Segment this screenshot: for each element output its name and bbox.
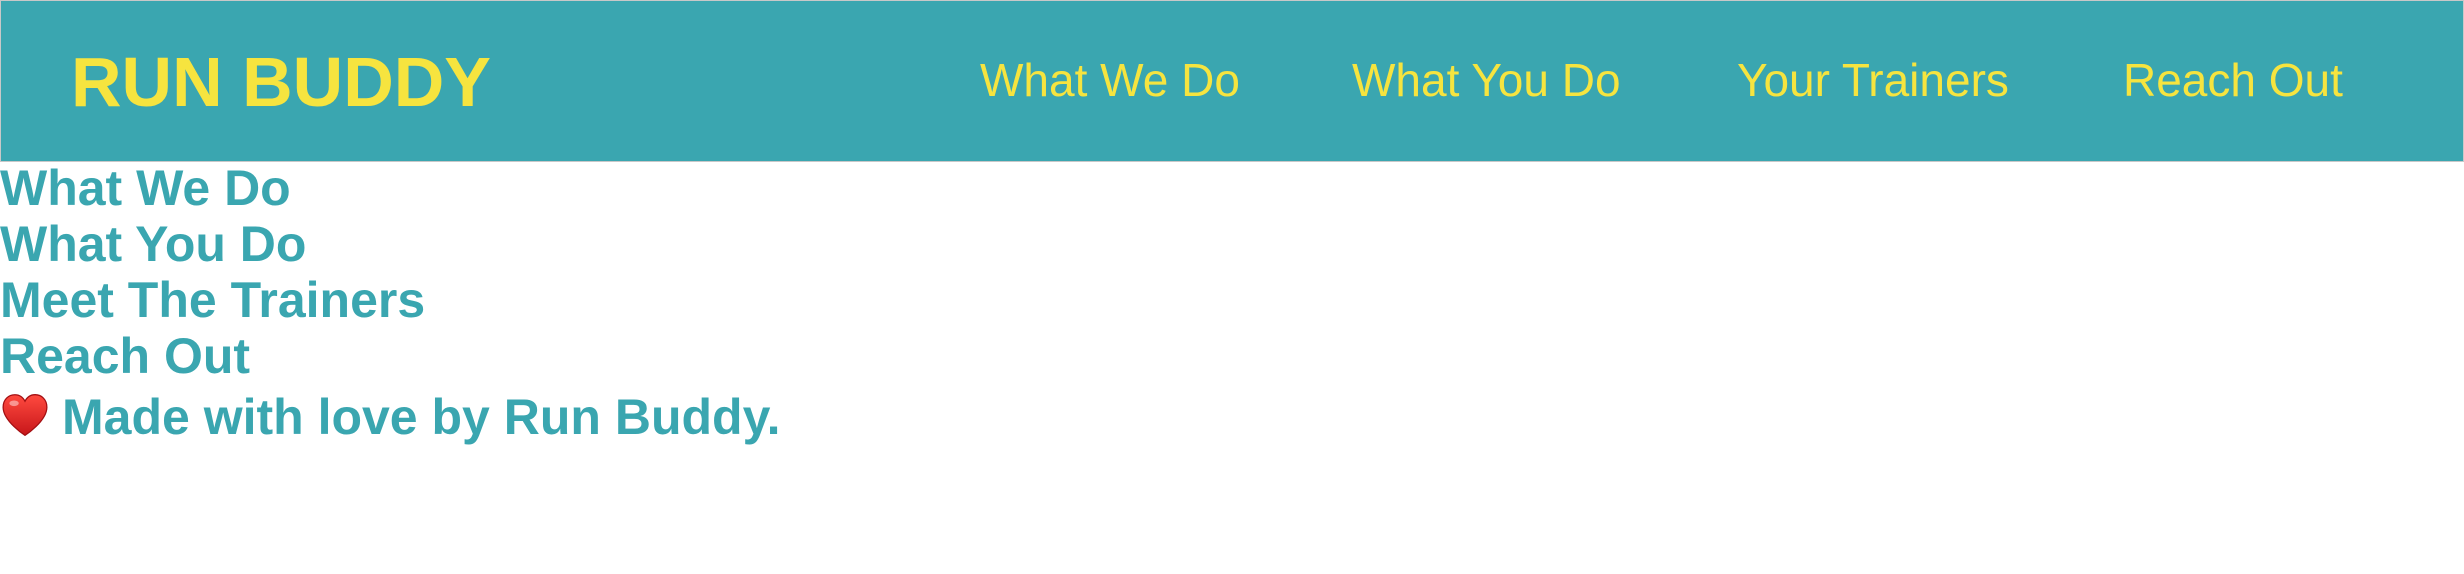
footer-credit: Made with love by Run Buddy. (0, 388, 781, 446)
content-link-meet-the-trainers[interactable]: Meet The Trainers (0, 272, 781, 328)
content-link-reach-out[interactable]: Reach Out (0, 328, 781, 384)
heart-icon (2, 394, 48, 437)
content-link-what-you-do[interactable]: What You Do (0, 216, 781, 272)
page-content: What We Do What You Do Meet The Trainers… (0, 160, 781, 446)
nav-link-your-trainers[interactable]: Your Trainers (1737, 51, 2009, 109)
content-link-what-we-do[interactable]: What We Do (0, 160, 781, 216)
nav-link-what-you-do[interactable]: What You Do (1352, 51, 1621, 109)
footer-credit-text: Made with love by Run Buddy. (62, 389, 781, 445)
site-header: RUN BUDDY What We Do What You Do Your Tr… (0, 0, 2464, 162)
nav-link-reach-out[interactable]: Reach Out (2123, 51, 2343, 109)
nav-link-what-we-do[interactable]: What We Do (980, 51, 1240, 109)
header-nav: What We Do What You Do Your Trainers Rea… (1, 51, 2463, 111)
